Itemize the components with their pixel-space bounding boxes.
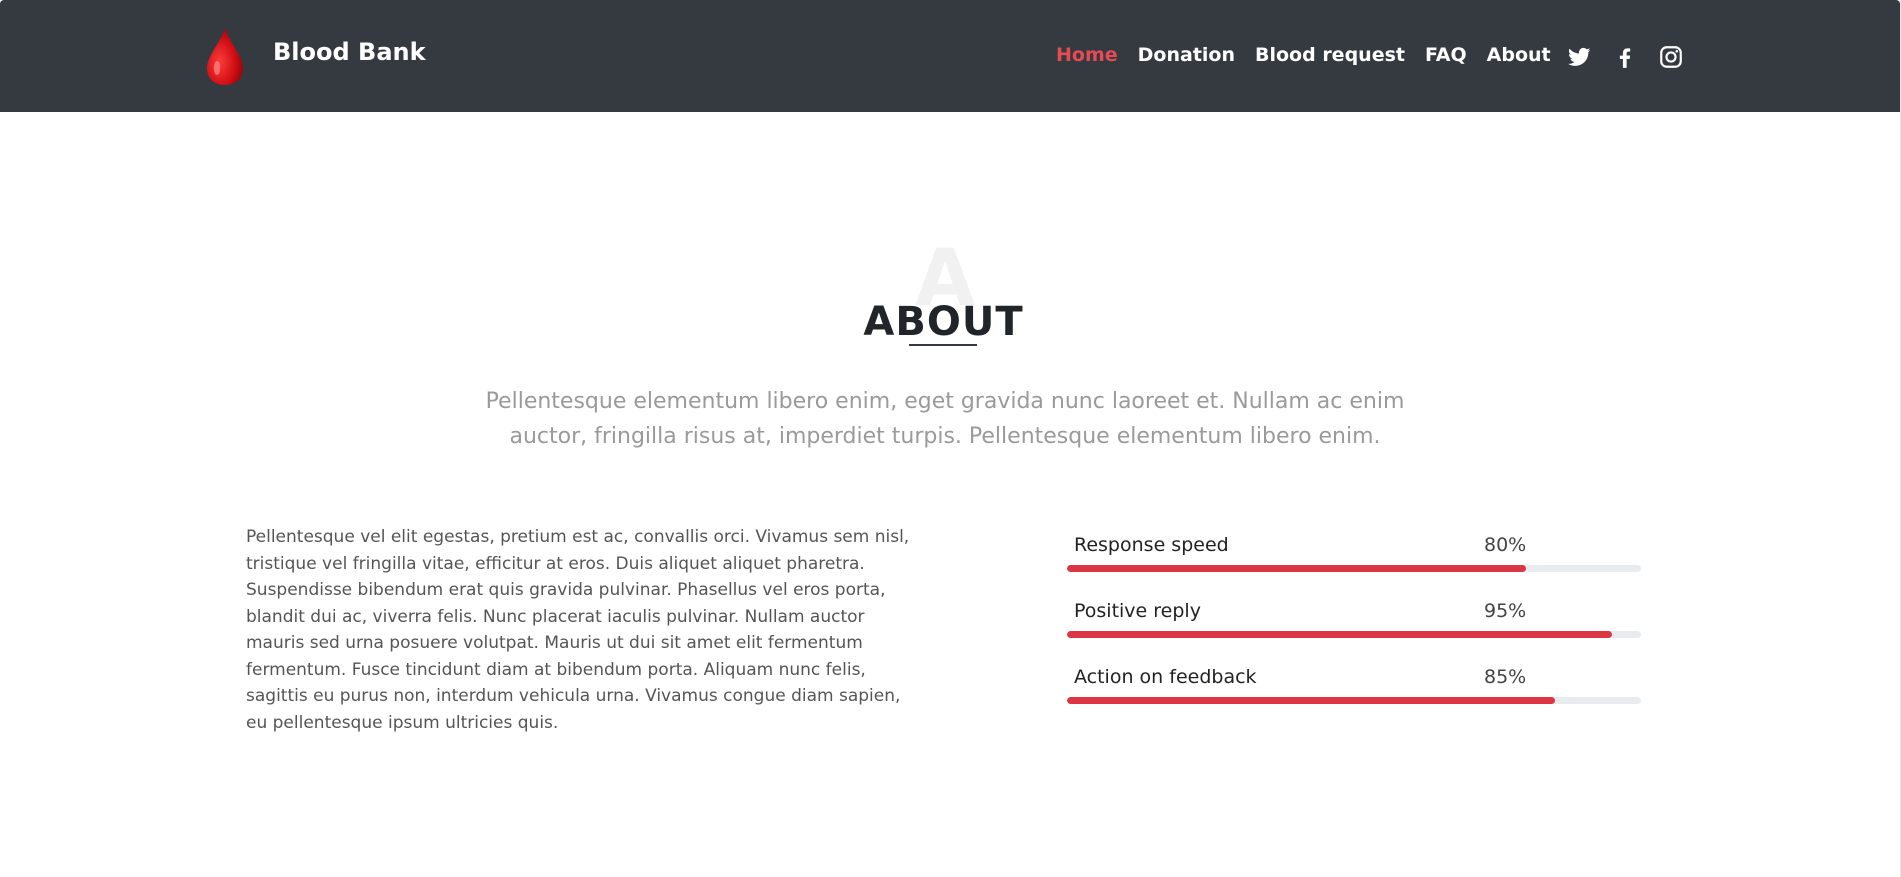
progress-track <box>1067 697 1641 704</box>
skill-item: Response speed 80% <box>1067 530 1642 596</box>
nav-item-faq[interactable]: FAQ <box>1425 44 1467 66</box>
nav-item-about[interactable]: About <box>1487 44 1551 66</box>
title-underline <box>909 344 977 346</box>
skill-name: Response speed <box>1074 534 1229 556</box>
twitter-icon[interactable] <box>1566 44 1592 70</box>
skill-item: Positive reply 95% <box>1067 596 1642 662</box>
instagram-icon[interactable] <box>1658 44 1684 70</box>
section-title: ABOUT <box>863 299 1024 345</box>
skill-name: Action on feedback <box>1074 666 1257 688</box>
progress-bar <box>1067 631 1613 638</box>
skill-percent: 95% <box>1484 600 1527 622</box>
skill-name: Positive reply <box>1074 600 1201 622</box>
social-links <box>1566 44 1704 70</box>
brand[interactable]: Blood Bank <box>205 26 426 86</box>
progress-bar <box>1067 565 1527 572</box>
section-intro: Pellentesque elementum libero enim, eget… <box>485 389 1405 449</box>
nav-item-donation[interactable]: Donation <box>1138 44 1235 66</box>
progress-bar <box>1067 697 1555 704</box>
nav-item-home[interactable]: Home <box>1056 44 1118 66</box>
facebook-icon[interactable] <box>1612 44 1638 70</box>
brand-name: Blood Bank <box>273 38 426 66</box>
progress-track <box>1067 565 1641 572</box>
blood-drop-icon <box>207 28 243 85</box>
navbar: Blood Bank Home Donation Blood request F… <box>0 0 1900 112</box>
skill-item: Action on feedback 85% <box>1067 662 1642 728</box>
about-body-text: Pellentesque vel elit egestas, pretium e… <box>246 527 910 733</box>
main-nav: Home Donation Blood request FAQ About <box>1056 44 1571 66</box>
progress-track <box>1067 631 1641 638</box>
page: Blood Bank Home Donation Blood request F… <box>0 0 1900 877</box>
nav-item-blood-request[interactable]: Blood request <box>1255 44 1405 66</box>
skills-list: Response speed 80% Positive reply 95% Ac… <box>1067 530 1642 728</box>
skill-percent: 80% <box>1484 534 1527 556</box>
skill-percent: 85% <box>1484 666 1527 688</box>
